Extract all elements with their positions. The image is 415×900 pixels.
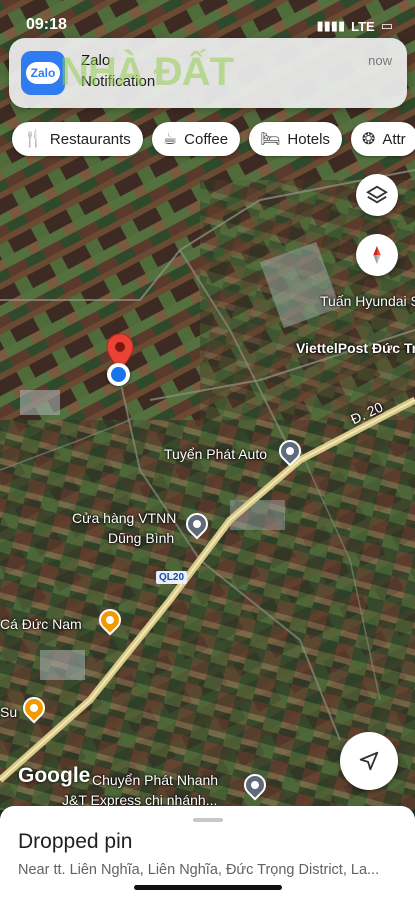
google-logo: Google [18,764,91,787]
label-su[interactable]: Su [0,704,17,720]
battery-icon: ▭ [380,18,393,33]
place-title: Dropped pin [18,830,133,853]
fork-knife-icon: 🍴 [23,131,43,148]
ferris-wheel-icon: ❂ [361,131,376,148]
place-address: Near tt. Liên Nghĩa, Liên Nghĩa, Đức Trọ… [18,862,380,878]
chip-hotels[interactable]: 🛏 Hotels [249,122,342,156]
compass-icon [373,245,381,265]
compass-button[interactable] [356,234,398,276]
current-location-dot [107,363,130,386]
coffee-icon: ☕ [162,131,178,148]
navigation-arrow-icon [359,751,379,771]
chip-label: Attr [382,130,406,148]
label-vtnn-line2[interactable]: Dũng Bình [108,530,174,546]
chip-label: Hotels [287,130,330,148]
layers-icon [366,185,388,204]
category-chips: 🍴 Restaurants ☕ Coffee 🛏 Hotels ❂ Attr [12,122,415,156]
label-chuyen-phat-line1[interactable]: Chuyển Phát Nhanh [92,772,218,788]
sheet-drag-handle[interactable] [193,818,223,822]
label-tuan-hyundai[interactable]: Tuấn Hyundai S [320,293,415,309]
chip-label: Coffee [184,130,229,148]
status-time: 09:18 [26,16,67,33]
chip-attractions[interactable]: ❂ Attr [350,122,415,156]
label-tuyen-phat-auto[interactable]: Tuyển Phát Auto [164,446,267,462]
bed-icon: 🛏 [260,131,281,148]
network-label: LTE [351,18,375,34]
my-location-button[interactable] [340,732,398,790]
label-vtnn-line1[interactable]: Cửa hàng VTNN [72,510,176,526]
chip-coffee[interactable]: ☕ Coffee [151,122,241,156]
status-indicators: ▮▮▮▮ LTE ▭ [316,18,393,34]
chip-restaurants[interactable]: 🍴 Restaurants [12,122,143,156]
home-indicator[interactable] [134,885,282,890]
watermark-text: NHÀ ĐẤT [60,50,234,94]
chip-label: Restaurants [49,130,131,148]
label-viettelpost[interactable]: ViettelPost Đức Tr [296,340,415,356]
zalo-app-icon: Zalo [21,51,65,95]
signal-icon: ▮▮▮▮ [316,18,346,33]
notification-time: now [368,53,392,68]
route-shield-ql20: QL20 [156,571,188,584]
label-ca-duc-nam[interactable]: Cá Đức Nam [0,616,82,632]
layers-button[interactable] [356,174,398,216]
